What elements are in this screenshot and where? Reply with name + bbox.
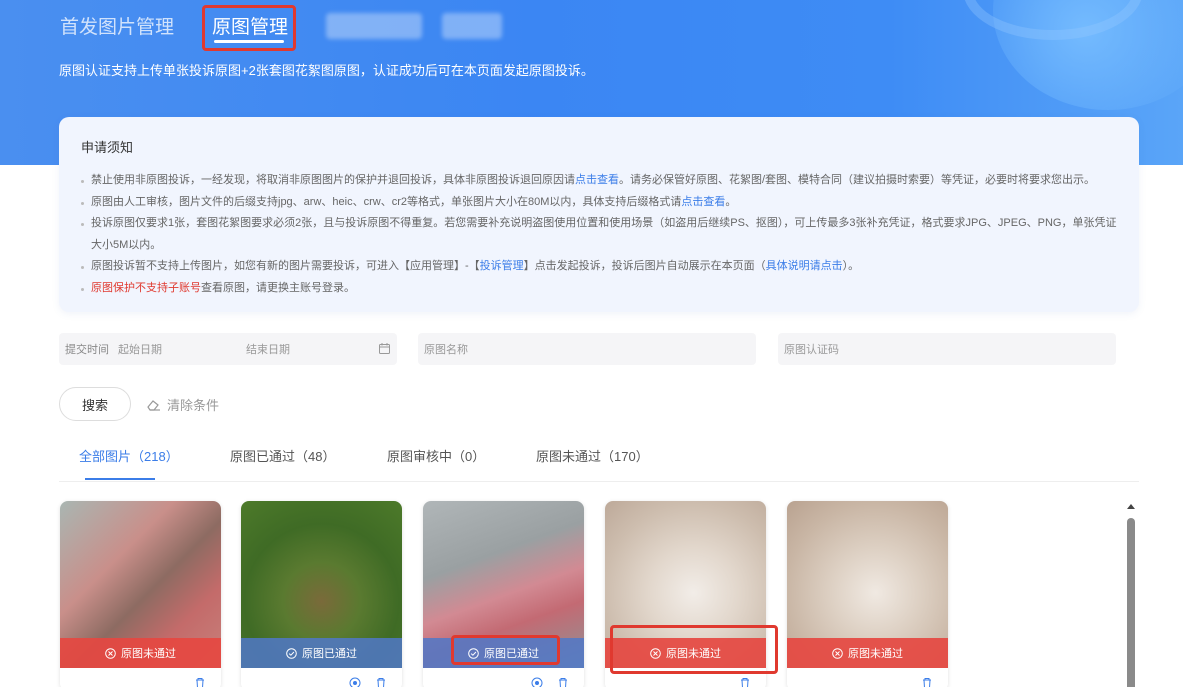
- view-link[interactable]: 点击查看: [681, 196, 725, 208]
- status-label: 原图未通过: [848, 648, 903, 660]
- notice-text: 。请务必保管好原图、花絮图/套图、模特合同（建议拍摄时索要）等凭证，必要时将要求…: [619, 174, 1096, 186]
- card-actions: [787, 668, 948, 687]
- tab-first-publish[interactable]: 首发图片管理: [60, 12, 174, 39]
- tab-rejected[interactable]: 原图未通过（170）: [536, 446, 649, 465]
- status-label: 原图未通过: [121, 648, 176, 660]
- card-actions: [423, 668, 584, 687]
- date-range-picker[interactable]: 提交时间 起始日期 结束日期: [59, 333, 397, 365]
- image-name-placeholder: 原图名称: [424, 344, 468, 356]
- detail-link[interactable]: 具体说明请点击: [766, 260, 843, 272]
- notice-title: 申请须知: [81, 140, 134, 155]
- status-tabs: 全部图片（218） 原图已通过（48） 原图审核中（0） 原图未通过（170）: [59, 444, 1139, 482]
- image-card[interactable]: 原图未通过: [787, 501, 948, 687]
- card-actions: [60, 668, 221, 687]
- status-badge: 原图未通过: [60, 638, 221, 668]
- image-name-input[interactable]: 原图名称: [418, 333, 756, 365]
- notice-panel: 申请须知 禁止使用非原图投诉，一经发现，将取消非原图图片的保护并退回投诉，具体非…: [59, 117, 1139, 312]
- notice-text: 查看原图，请更换主账号登录。: [201, 281, 355, 294]
- trash-icon[interactable]: [739, 677, 751, 687]
- submit-time-label: 提交时间: [65, 344, 109, 356]
- view-link[interactable]: 点击查看: [575, 174, 619, 186]
- eraser-icon: [147, 399, 160, 411]
- tab-original-image[interactable]: 原图管理: [202, 5, 297, 51]
- tab-reviewing[interactable]: 原图审核中（0）: [387, 446, 485, 465]
- card-actions: [605, 668, 766, 687]
- cert-code-input[interactable]: 原图认证码: [778, 333, 1116, 365]
- tab-approved[interactable]: 原图已通过（48）: [230, 446, 335, 465]
- close-circle-icon: [105, 647, 116, 659]
- tab-label: 全部图片（218）: [79, 449, 179, 464]
- calendar-icon[interactable]: [379, 343, 390, 354]
- status-label: 原图已通过: [484, 648, 539, 660]
- end-date-input[interactable]: 结束日期: [246, 341, 290, 357]
- notice-warning: 原图保护不支持子账号: [91, 281, 201, 294]
- clear-filters-button[interactable]: 清除条件: [147, 395, 219, 414]
- notice-item: 原图保护不支持子账号查看原图，请更换主账号登录。: [81, 278, 1117, 300]
- search-button[interactable]: 搜索: [59, 387, 131, 421]
- close-circle-icon: [650, 647, 661, 659]
- report-icon[interactable]: [349, 677, 361, 687]
- notice-text: 原图投诉暂不支持上传图片，如您有新的图片需要投诉，可进入【应用管理】-【: [91, 260, 480, 272]
- notice-text: 禁止使用非原图投诉，一经发现，将取消非原图图片的保护并退回投诉，具体非原图投诉退…: [91, 174, 575, 186]
- scroll-up-arrow[interactable]: [1127, 504, 1135, 509]
- close-circle-icon: [832, 647, 843, 659]
- tab-all-images[interactable]: 全部图片（218）: [79, 446, 179, 480]
- report-icon[interactable]: [531, 677, 543, 687]
- active-tab-indicator: [85, 478, 155, 480]
- status-badge: 原图未通过: [787, 638, 948, 668]
- scrollbar-thumb[interactable]: [1127, 518, 1135, 687]
- notice-item: 禁止使用非原图投诉，一经发现，将取消非原图图片的保护并退回投诉，具体非原图投诉退…: [81, 170, 1117, 192]
- notice-text: 。: [725, 195, 737, 208]
- image-card[interactable]: 原图已通过: [423, 501, 584, 687]
- status-label: 原图未通过: [666, 648, 721, 660]
- complaint-manage-link[interactable]: 投诉管理: [480, 260, 524, 272]
- image-card[interactable]: 原图已通过: [241, 501, 402, 687]
- status-badge: 原图已通过: [241, 638, 402, 668]
- start-date-input[interactable]: 起始日期: [118, 341, 162, 357]
- notice-item: 投诉原图仅要求1张，套图花絮图要求必须2张，且与投诉原图不得重复。若您需要补充说…: [81, 213, 1117, 256]
- notice-item: 原图投诉暂不支持上传图片，如您有新的图片需要投诉，可进入【应用管理】-【投诉管理…: [81, 256, 1117, 278]
- status-badge: 原图未通过: [605, 638, 766, 668]
- check-circle-icon: [468, 647, 479, 659]
- blurred-tab[interactable]: [326, 12, 423, 39]
- image-card[interactable]: 原图未通过: [60, 501, 221, 687]
- scrollbar[interactable]: [1122, 502, 1140, 687]
- top-tabs: 首发图片管理 原图管理: [60, 5, 522, 51]
- highlight-box: [202, 5, 297, 51]
- status-label: 原图已通过: [302, 648, 357, 660]
- check-circle-icon: [286, 647, 297, 659]
- page-subtitle: 原图认证支持上传单张投诉原图+2张套图花絮图原图，认证成功后可在本页面发起原图投…: [59, 63, 594, 78]
- image-card[interactable]: 原图未通过: [605, 501, 766, 687]
- notice-text: ）。: [842, 260, 860, 272]
- cert-code-placeholder: 原图认证码: [784, 344, 839, 356]
- trash-icon[interactable]: [375, 677, 387, 687]
- clear-filters-label: 清除条件: [167, 398, 220, 413]
- status-badge: 原图已通过: [423, 638, 584, 668]
- notice-item: 原图由人工审核，图片文件的后缀支持jpg、arw、heic、crw、cr2等格式…: [81, 192, 1117, 214]
- blurred-tab[interactable]: [442, 12, 503, 39]
- notice-text: 】点击发起投诉，投诉后图片自动展示在本页面（: [523, 260, 766, 272]
- notice-text: 原图由人工审核，图片文件的后缀支持jpg、arw、heic、crw、cr2等格式…: [91, 195, 682, 208]
- card-actions: [241, 668, 402, 687]
- trash-icon[interactable]: [557, 677, 569, 687]
- notice-list: 禁止使用非原图投诉，一经发现，将取消非原图图片的保护并退回投诉，具体非原图投诉退…: [81, 170, 1117, 299]
- trash-icon[interactable]: [921, 677, 933, 687]
- trash-icon[interactable]: [194, 677, 206, 687]
